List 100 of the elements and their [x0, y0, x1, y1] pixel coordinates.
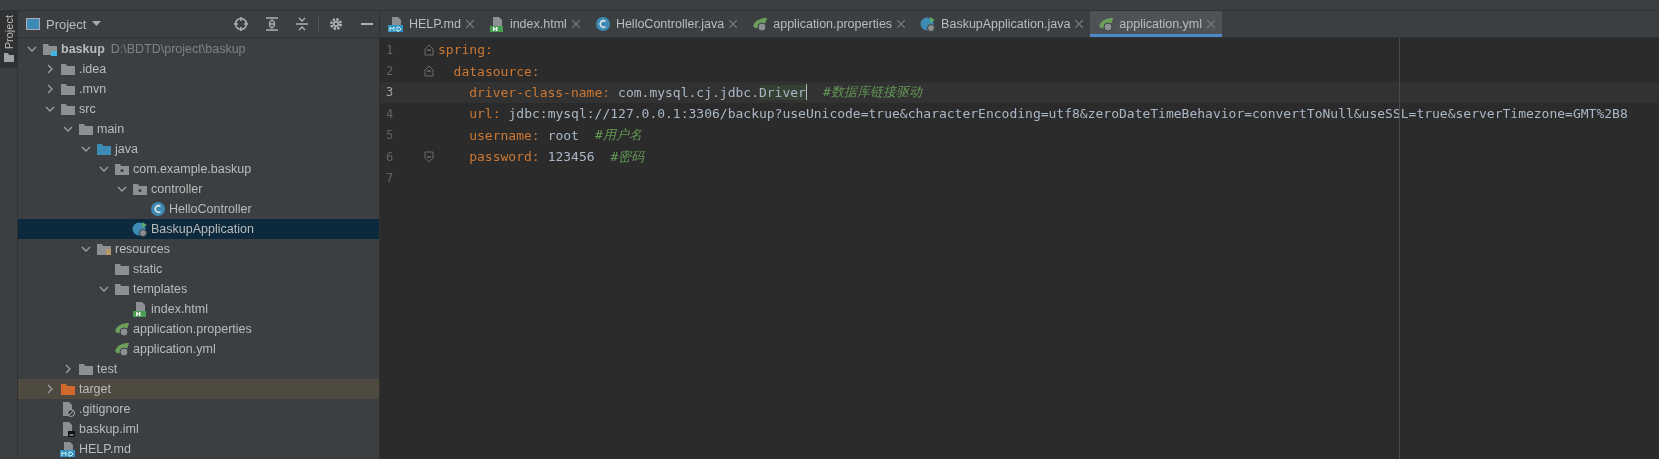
yaml-key: username: — [469, 127, 540, 143]
tree-item-label: .idea — [79, 62, 107, 76]
folder-icon — [60, 381, 76, 397]
tree-item-label: java — [115, 142, 138, 156]
code-comment: #数据库链接驱动 — [822, 83, 922, 102]
tree-item[interactable]: java — [18, 139, 379, 159]
tree-item[interactable]: test — [18, 359, 379, 379]
folder-icon — [114, 261, 130, 277]
dropdown-caret-icon[interactable] — [92, 21, 102, 27]
minimize-icon[interactable] — [361, 22, 373, 26]
tree-item-label: baskup — [61, 42, 105, 56]
yaml-value: 123456 — [547, 149, 595, 165]
tree-item-label: application.properties — [133, 322, 252, 336]
yaml-key: driver-class-name: — [469, 84, 611, 100]
expand-all-icon[interactable] — [266, 17, 278, 31]
tree-item[interactable]: com.example.baskup — [18, 159, 379, 179]
tree-item[interactable]: application.yml — [18, 339, 379, 359]
spring-config-icon — [114, 321, 130, 337]
tree-item-label: controller — [151, 182, 203, 196]
tree-item-label: com.example.baskup — [133, 162, 252, 176]
editor-tab[interactable]: application.properties — [744, 11, 913, 37]
yaml-value: jdbc:mysql://127.0.0.1:3306/backup?useUnicode=true&characterEncoding=utf8&zeroDateTimeBehavior=convertToNull&useSSL=true&serverTimezone=GMT%2B8 — [508, 106, 1628, 122]
editor-tab[interactable]: application.yml — [1090, 11, 1223, 37]
tree-item[interactable]: BaskupApplication — [18, 219, 379, 239]
close-icon[interactable] — [1075, 20, 1084, 28]
html-file-icon — [132, 301, 148, 317]
line-number: 4 — [385, 106, 395, 121]
code-comment: #密码 — [610, 147, 645, 166]
close-icon[interactable] — [571, 20, 580, 28]
tree-item-label: index.html — [151, 302, 208, 316]
close-icon[interactable] — [465, 20, 474, 28]
tree-item[interactable]: src — [18, 99, 379, 119]
yaml-value: com.mysql.cj.jdbc. — [618, 84, 759, 100]
fold-marker-icon[interactable] — [424, 65, 434, 78]
tree-item-label: baskup.iml — [79, 422, 139, 436]
class-icon — [594, 16, 611, 32]
class-icon — [150, 201, 166, 217]
chevron-down-icon[interactable] — [99, 284, 109, 294]
tree-item[interactable]: index.html — [18, 299, 379, 319]
editor-tab[interactable]: HELP.md — [380, 11, 481, 37]
yaml-value: root — [547, 127, 579, 143]
tree-item-label: .mvn — [79, 82, 107, 96]
chevron-down-icon[interactable] — [27, 44, 37, 54]
folder-icon — [60, 101, 76, 117]
folder-icon — [78, 361, 94, 377]
folder-icon — [60, 81, 76, 97]
tree-item[interactable]: main — [18, 119, 379, 139]
folder-icon — [3, 53, 14, 63]
tree-item[interactable]: controller — [18, 179, 379, 199]
tree-item[interactable]: baskup.iml — [18, 419, 379, 439]
tree-item[interactable]: templates — [18, 279, 379, 299]
tree-item[interactable]: .idea — [18, 59, 379, 79]
tree-item-label: test — [97, 362, 118, 376]
fold-marker-icon[interactable] — [424, 43, 434, 56]
tree-item[interactable]: static — [18, 259, 379, 279]
tree-item[interactable]: target — [18, 379, 379, 399]
close-icon[interactable] — [897, 20, 906, 28]
tree-item[interactable]: HelloController — [18, 199, 379, 219]
yaml-key: datasource: — [453, 63, 540, 79]
tree-item-label: BaskupApplication — [151, 222, 254, 236]
tree-item[interactable]: resources — [18, 239, 379, 259]
settings-icon[interactable] — [329, 17, 343, 31]
tree-item[interactable]: baskup D:\BDTD\project\baskup — [18, 39, 379, 59]
yaml-key: spring: — [438, 42, 493, 58]
tree-item[interactable]: HELP.md — [18, 439, 379, 459]
project-tool-tab[interactable]: Project — [0, 11, 17, 69]
fold-marker-icon[interactable] — [424, 150, 434, 163]
line-number: 5 — [385, 128, 395, 143]
editor-tab[interactable]: BaskupApplication.java — [912, 11, 1091, 37]
yaml-key: url: — [469, 106, 501, 122]
resources-folder-icon — [96, 241, 112, 257]
editor-tab[interactable]: HelloController.java — [586, 11, 745, 37]
spring-boot-class-icon — [132, 221, 148, 237]
tree-item-label: src — [79, 102, 96, 116]
module-folder-icon — [42, 41, 58, 57]
line-number: 2 — [385, 64, 395, 79]
tree-item-label: main — [97, 122, 125, 136]
close-icon[interactable] — [729, 20, 738, 28]
chevron-down-icon[interactable] — [81, 244, 91, 254]
tree-item-label: application.yml — [133, 342, 216, 356]
tree-item-label: static — [133, 262, 163, 276]
tree-item[interactable]: .gitignore — [18, 399, 379, 419]
text-cursor — [805, 84, 807, 101]
tree-item[interactable]: application.properties — [18, 319, 379, 339]
package-icon — [132, 181, 148, 197]
yaml-key: password: — [469, 149, 540, 165]
folder-icon — [60, 61, 76, 77]
spring-config-icon — [1098, 16, 1115, 32]
tree-item-label: .gitignore — [79, 402, 131, 416]
code-comment: #用户名 — [594, 126, 642, 145]
line-number: 6 — [385, 149, 395, 164]
window-icon — [26, 18, 40, 30]
html-file-icon — [488, 16, 505, 32]
locate-icon[interactable] — [234, 17, 248, 31]
line-number: 3 — [385, 85, 395, 100]
line-number: 1 — [385, 42, 395, 57]
editor-tab[interactable]: index.html — [480, 11, 587, 37]
collapse-all-icon[interactable] — [296, 17, 308, 31]
tree-item[interactable]: .mvn — [18, 79, 379, 99]
ignored-file-icon — [60, 401, 76, 417]
